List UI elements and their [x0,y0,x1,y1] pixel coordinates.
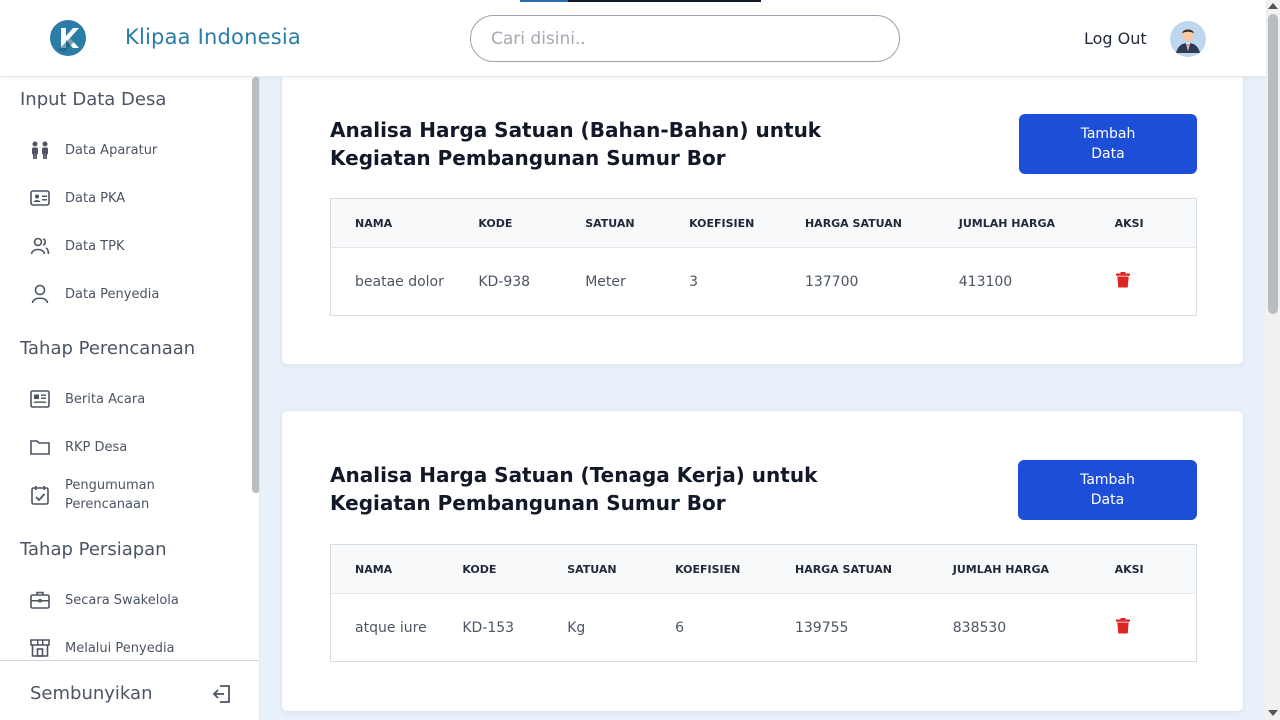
top-header: Klipaa Indonesia Log Out [0,0,1266,77]
delete-trash-icon[interactable] [1115,617,1130,634]
klipaa-logo-icon[interactable] [50,20,86,56]
card-title: Analisa Harga Satuan (Tenaga Kerja) untu… [330,463,818,515]
sidebar-footer[interactable]: Sembunyikan [0,660,259,720]
analysis-card-labor: Analisa Harga Satuan (Tenaga Kerja) untu… [281,410,1244,712]
column-header-harga-satuan: HARGA SATUAN [804,198,959,248]
column-header-harga-satuan: HARGA SATUAN [794,544,953,594]
scroll-down-arrow-icon[interactable] [1268,710,1278,716]
cell-satuan: Kg [567,619,586,636]
logout-arrow-icon[interactable] [211,683,233,705]
cell-koefisien: 3 [689,273,698,290]
cell-aksi [1109,248,1197,316]
sidebar-item-melalui-penyedia[interactable]: Melalui Penyedia [28,636,238,660]
sidebar-section-tahap-perencanaan: Tahap Perencanaan [20,338,196,359]
loading-progress-fill [520,0,569,2]
column-header-nama: NAMA [330,198,479,248]
sidebar-item-label: Data PKA [65,190,126,206]
labor-table: NAMA KODE SATUAN KOEFISIEN HARGA SATUAN … [330,544,1197,662]
sidebar-item-label: Berita Acara [65,391,146,407]
column-header-satuan: SATUAN [567,544,676,594]
delete-trash-icon[interactable] [1115,271,1130,288]
card-title: Analisa Harga Satuan (Bahan-Bahan) untuk… [330,118,822,170]
cell-kode: KD-153 [462,619,515,636]
loading-progress-bar [520,0,761,2]
logout-link[interactable]: Log Out [1084,29,1147,48]
cell-koefisien: 6 [675,619,685,636]
cell-kode: KD-938 [478,273,531,290]
column-header-kode: KODE [478,198,586,248]
analysis-card-materials: Analisa Harga Satuan (Bahan-Bahan) untuk… [281,60,1244,365]
table-header-row: NAMA KODE SATUAN KOEFISIEN HARGA SATUAN … [330,198,1197,248]
id-card-icon [28,186,52,210]
sidebar-item-berita-acara[interactable]: Berita Acara [28,387,238,411]
sidebar-item-data-aparatur[interactable]: Data Aparatur [28,138,238,162]
sidebar-item-data-tpk[interactable]: Data TPK [28,234,238,258]
table-row: beatae dolor KD-938 Meter 3 137700 41310… [331,248,1197,316]
folder-icon [28,435,52,459]
column-header-jumlah-harga: JUMLAH HARGA [952,544,1109,594]
sidebar-item-pengumuman-perencanaan[interactable]: Pengumuman Perencanaan [28,476,238,514]
people-icon [28,138,52,162]
sidebar-item-label: Data Penyedia [65,286,160,302]
newspaper-icon [28,387,52,411]
cell-aksi [1109,594,1197,662]
cell-nama: beatae dolor [355,273,444,290]
user-avatar-icon[interactable] [1170,21,1206,57]
cell-nama: atque iure [355,619,427,636]
scroll-up-arrow-icon[interactable] [1268,3,1278,9]
sidebar-item-data-pka[interactable]: Data PKA [28,186,238,210]
column-header-nama: NAMA [330,544,463,594]
user-icon [28,282,52,306]
cell-jumlah-harga: 838530 [952,619,1007,636]
cell-satuan: Meter [585,273,626,290]
sidebar-item-label: Data Aparatur [65,142,158,158]
cell-harga-satuan: 137700 [804,273,859,290]
sidebar-item-label: Melalui Penyedia [65,640,175,656]
hide-sidebar-label[interactable]: Sembunyikan [30,683,152,704]
sidebar-section-tahap-persiapan: Tahap Persiapan [20,539,167,560]
sidebar-item-secara-swakelola[interactable]: Secara Swakelola [28,588,238,612]
column-header-jumlah-harga: JUMLAH HARGA [958,198,1109,248]
users-icon [28,234,52,258]
column-header-aksi: AKSI [1108,544,1197,594]
add-data-button[interactable]: Tambah Data [1019,114,1197,174]
calendar-check-icon [28,483,52,507]
add-data-button[interactable]: Tambah Data [1018,460,1197,520]
sidebar-item-data-penyedia[interactable]: Data Penyedia [28,282,238,306]
column-header-koefisien: KOEFISIEN [675,544,795,594]
materials-table: NAMA KODE SATUAN KOEFISIEN HARGA SATUAN … [330,198,1197,316]
store-icon [28,636,52,660]
table-row: atque iure KD-153 Kg 6 139755 838530 [331,594,1197,662]
search-input[interactable] [470,15,900,62]
sidebar-item-label: Secara Swakelola [65,592,179,608]
app-title[interactable]: Klipaa Indonesia [125,25,301,49]
page-scrollbar-thumb[interactable] [1268,14,1278,314]
column-header-aksi: AKSI [1108,198,1197,248]
cell-jumlah-harga: 413100 [958,273,1013,290]
briefcase-icon [28,588,52,612]
sidebar-scrollbar[interactable] [252,77,259,493]
cell-harga-satuan: 139755 [794,619,849,636]
sidebar-item-label: Data TPK [65,238,125,254]
sidebar-section-input-data-desa: Input Data Desa [20,89,167,110]
sidebar-item-label: RKP Desa [65,439,128,455]
sidebar-item-label: Pengumuman Perencanaan [65,478,155,512]
column-header-koefisien: KOEFISIEN [689,198,805,248]
table-header-row: NAMA KODE SATUAN KOEFISIEN HARGA SATUAN … [330,544,1197,594]
column-header-satuan: SATUAN [585,198,690,248]
sidebar: Input Data Desa Data Aparatur Data PKA D… [0,77,260,720]
sidebar-item-rkp-desa[interactable]: RKP Desa [28,435,238,459]
column-header-kode: KODE [462,544,568,594]
